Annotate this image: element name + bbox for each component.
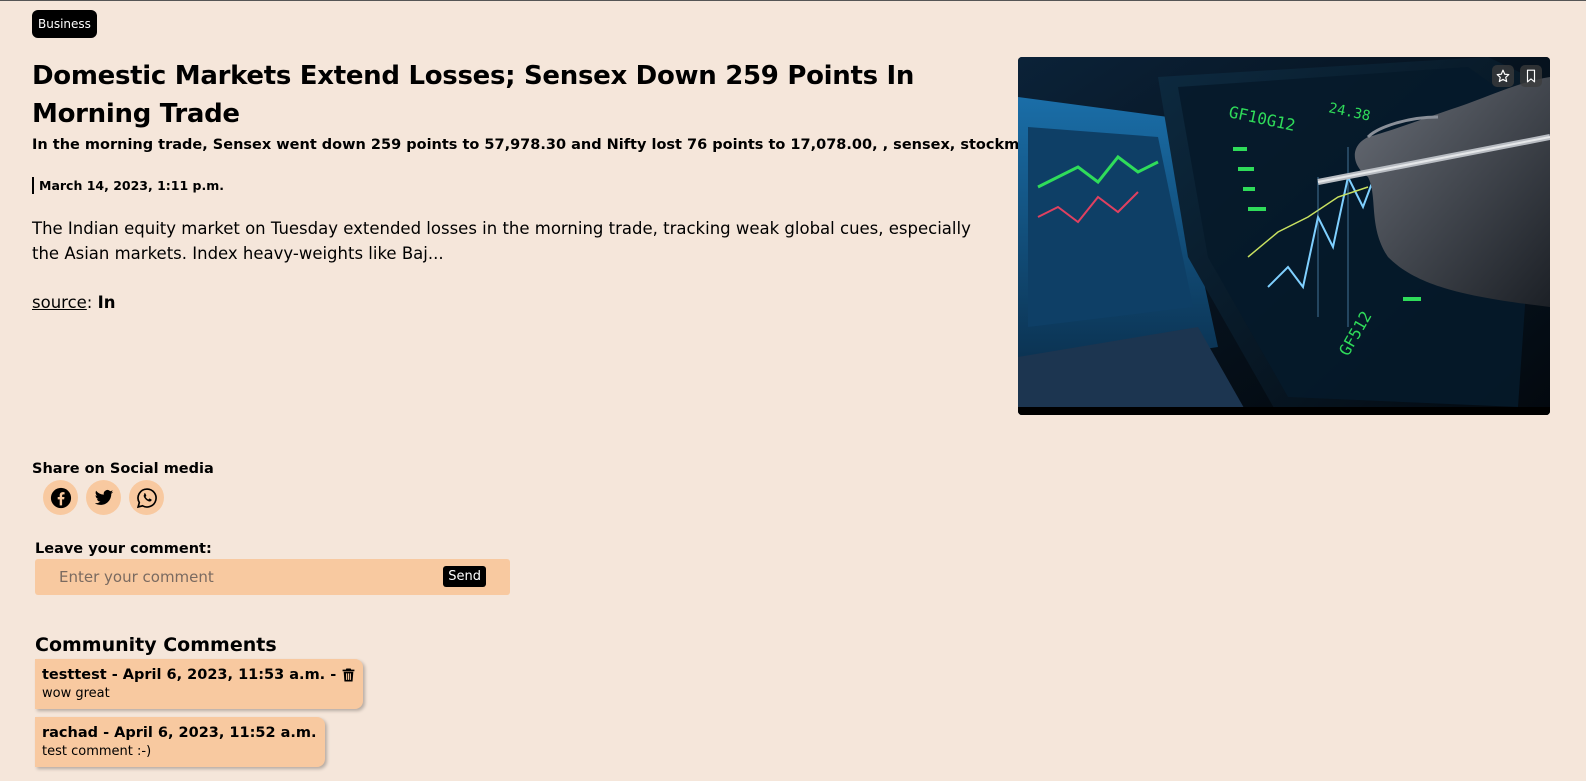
share-icons — [43, 480, 164, 515]
article-summary: The Indian equity market on Tuesday exte… — [32, 219, 971, 263]
comment-text: wow great — [42, 686, 110, 701]
facebook-icon — [50, 487, 71, 508]
bookmark-icon — [1526, 69, 1536, 83]
source-separator: : — [86, 293, 93, 312]
comment-input[interactable] — [49, 563, 429, 591]
delete-comment-button[interactable] — [342, 668, 355, 682]
comment-header: testtest - April 6, 2023, 11:53 a.m. - — [42, 667, 337, 683]
comment-header: rachad - April 6, 2023, 11:52 a.m. — [42, 725, 317, 741]
category-badge[interactable]: Business — [32, 10, 97, 38]
share-label: Share on Social media — [32, 461, 214, 477]
article-headline: Domestic Markets Extend Losses; Sensex D… — [32, 61, 915, 129]
share-twitter-button[interactable] — [86, 480, 121, 515]
comment-text: test comment :-) — [42, 744, 152, 759]
article-image: GF10G12 24.38 GF512 — [1018, 57, 1550, 415]
comment-label: Leave your comment: — [35, 541, 212, 557]
share-facebook-button[interactable] — [43, 480, 78, 515]
twitter-icon — [94, 489, 113, 505]
article-subtitle: In the morning trade, Sensex went down 2… — [32, 137, 1063, 153]
article-date: March 14, 2023, 1:11 p.m. — [32, 177, 224, 194]
comment-item: testtest - April 6, 2023, 11:53 a.m. - w… — [35, 659, 364, 709]
star-icon — [1496, 69, 1510, 83]
bookmark-button[interactable] — [1520, 65, 1542, 87]
article-source: source: In — [32, 291, 116, 315]
stock-chart-photo: GF10G12 24.38 GF512 — [1018, 57, 1550, 415]
community-comments-title: Community Comments — [35, 634, 277, 656]
whatsapp-icon — [136, 487, 157, 508]
comments-list: testtest - April 6, 2023, 11:53 a.m. - w… — [35, 659, 364, 775]
trash-icon — [342, 668, 355, 682]
comment-form: Send — [35, 559, 510, 595]
source-value: In — [97, 293, 116, 312]
comment-item: rachad - April 6, 2023, 11:52 a.m. test … — [35, 717, 325, 767]
share-whatsapp-button[interactable] — [129, 480, 164, 515]
favorite-button[interactable] — [1492, 65, 1514, 87]
send-button[interactable]: Send — [443, 566, 486, 587]
source-link[interactable]: source — [32, 293, 87, 312]
